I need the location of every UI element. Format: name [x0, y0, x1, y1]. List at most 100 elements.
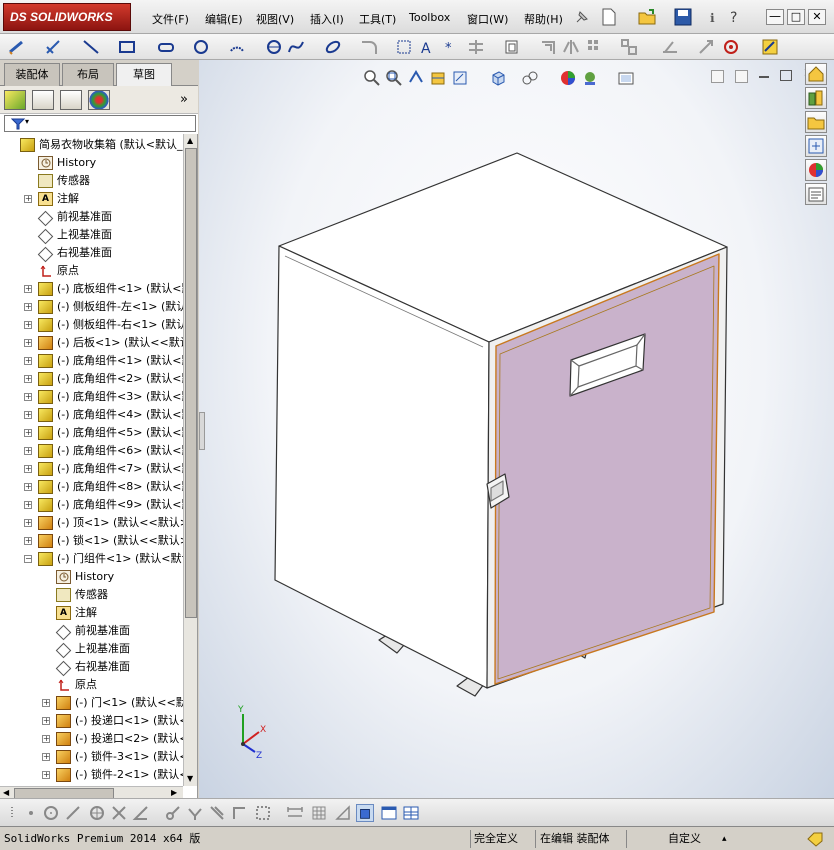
circle-icon[interactable] [192, 38, 210, 56]
quick-snaps-icon[interactable] [722, 38, 740, 56]
offset-entities-icon[interactable] [540, 38, 558, 56]
expand-toggle-icon[interactable]: + [24, 465, 32, 473]
expand-toggle-icon[interactable]: + [24, 447, 32, 455]
file-explorer-icon[interactable] [805, 111, 827, 133]
configuration-manager-tab-icon[interactable] [60, 90, 82, 110]
line-icon[interactable] [82, 38, 100, 56]
restore-button[interactable]: □ [787, 9, 805, 25]
expand-toggle-icon[interactable]: + [24, 483, 32, 491]
tree-item[interactable]: + (-) 底角组件<3> (默认<默 [0, 388, 183, 406]
menu-help[interactable]: 帮助(H) [524, 11, 563, 27]
tree-item[interactable]: + (-) 侧板组件-左<1> (默认 [0, 298, 183, 316]
scroll-down-icon[interactable]: ▼ [187, 774, 193, 783]
tree-item[interactable]: + (-) 底角组件<8> (默认<默 [0, 478, 183, 496]
help-icon[interactable]: ? [728, 7, 746, 27]
tab-layout[interactable]: 布局 [62, 63, 114, 86]
text-icon[interactable]: A [418, 38, 436, 56]
tree-item[interactable]: 简易衣物收集箱 (默认<默认_ [0, 136, 183, 154]
tree-item[interactable]: + (-) 顶<1> (默认<<默认>_ [0, 514, 183, 532]
expand-toggle-icon[interactable]: + [24, 321, 32, 329]
property-manager-tab-icon[interactable] [32, 90, 54, 110]
sketch-icon[interactable] [8, 38, 26, 56]
slot-icon[interactable] [157, 38, 175, 56]
tree-item[interactable]: + (-) 底板组件<1> (默认<默 [0, 280, 183, 298]
tree-item[interactable]: 前视基准面 [0, 208, 183, 226]
tree-item[interactable]: 右视基准面 [0, 244, 183, 262]
tree-item[interactable]: + (-) 侧板组件-右<1> (默认 [0, 316, 183, 334]
filter-dropdown-icon[interactable]: ▾ [25, 117, 29, 126]
dimension-icon[interactable] [286, 804, 304, 822]
expand-toggle-icon[interactable]: + [24, 339, 32, 347]
scroll-up-icon[interactable]: ▲ [187, 136, 193, 145]
tree-item[interactable]: + (-) 底角组件<2> (默认<默 [0, 370, 183, 388]
tab-sketch[interactable]: 草图 [116, 63, 172, 87]
linear-pattern-icon[interactable] [586, 38, 604, 56]
mirror-icon[interactable] [562, 38, 580, 56]
tree-item[interactable]: 上视基准面 [0, 640, 183, 658]
minimize-button[interactable]: — [766, 9, 784, 25]
plane-icon[interactable] [395, 38, 413, 56]
expand-toggle-icon[interactable]: + [24, 411, 32, 419]
tree-item[interactable]: + A 注解 [0, 190, 183, 208]
solidworks-logo[interactable]: DS SOLIDWORKS [3, 3, 131, 31]
tree-item[interactable]: 上视基准面 [0, 226, 183, 244]
display-relations-icon[interactable] [661, 38, 679, 56]
scroll-left-icon[interactable]: ◀ [3, 788, 9, 797]
pin-icon[interactable] [574, 9, 590, 25]
grid-icon[interactable] [310, 804, 328, 822]
spline-icon[interactable] [287, 38, 305, 56]
expand-toggle-icon[interactable]: + [42, 717, 50, 725]
tree-item[interactable]: + (-) 锁件-3<1> (默认< [0, 748, 183, 766]
tree-item[interactable]: + (-) 投递口<2> (默认< [0, 730, 183, 748]
angle-icon[interactable] [132, 804, 150, 822]
display-manager-tab-icon[interactable] [88, 90, 110, 110]
appearances-scenes-icon[interactable] [805, 159, 827, 181]
scroll-right-icon[interactable]: ▶ [171, 788, 177, 797]
extend-entities-icon[interactable] [186, 804, 204, 822]
fillet-icon[interactable] [360, 38, 378, 56]
rebuild-tag-icon[interactable] [806, 831, 824, 847]
menu-toolbox[interactable]: Toolbox [409, 11, 450, 24]
point-icon[interactable]: * [441, 38, 459, 56]
cross-icon[interactable] [110, 804, 128, 822]
design-library-icon[interactable] [805, 87, 827, 109]
polygon-icon[interactable] [265, 38, 283, 56]
custom-properties-icon[interactable] [805, 183, 827, 205]
save-icon[interactable] [673, 7, 693, 27]
rectangle-icon[interactable] [118, 38, 136, 56]
expand-toggle-icon[interactable]: + [24, 519, 32, 527]
tree-item[interactable]: − (-) 门组件<1> (默认<默认 [0, 550, 183, 568]
graphics-area[interactable]: ✕ [199, 60, 834, 798]
tree-item[interactable]: A 注解 [0, 604, 183, 622]
tree-item[interactable]: + (-) 后板<1> (默认<<默认 [0, 334, 183, 352]
rapid-sketch-icon[interactable] [761, 38, 779, 56]
menu-file[interactable]: 文件(F) [152, 11, 189, 27]
expand-toggle-icon[interactable]: + [42, 735, 50, 743]
tree-item[interactable]: 右视基准面 [0, 658, 183, 676]
expand-toggle-icon[interactable]: + [24, 285, 32, 293]
expand-toggle-icon[interactable]: + [24, 195, 32, 203]
units-selector[interactable]: 自定义 [668, 831, 701, 847]
expand-toggle-icon[interactable]: + [24, 429, 32, 437]
tab-assembly[interactable]: 装配体 [4, 63, 60, 86]
jog-line-icon[interactable] [230, 804, 248, 822]
expand-toggle-icon[interactable]: + [42, 699, 50, 707]
construction-line-icon[interactable] [64, 804, 82, 822]
new-document-icon[interactable] [600, 7, 618, 27]
open-folder-icon[interactable] [637, 7, 657, 27]
tree-item[interactable]: 原点 [0, 262, 183, 280]
tree-item[interactable]: + (-) 底角组件<7> (默认<默 [0, 460, 183, 478]
smart-dimension-icon[interactable] [44, 38, 62, 56]
split-entities-icon[interactable] [208, 804, 226, 822]
convert-entities-icon[interactable] [503, 38, 521, 56]
sketch-table-icon[interactable] [380, 804, 398, 822]
expand-toggle-icon[interactable]: + [42, 753, 50, 761]
tree-item[interactable]: History [0, 154, 183, 172]
tree-item[interactable]: History [0, 568, 183, 586]
collapse-panel-icon[interactable]: » [180, 92, 188, 107]
tree-item[interactable]: + (-) 底角组件<1> (默认<默 [0, 352, 183, 370]
shaded-sketch-contours-icon[interactable] [356, 804, 374, 822]
print-icon[interactable]: ℹ [708, 7, 726, 27]
arc-icon[interactable] [228, 38, 246, 56]
tree-item[interactable]: 传感器 [0, 172, 183, 190]
